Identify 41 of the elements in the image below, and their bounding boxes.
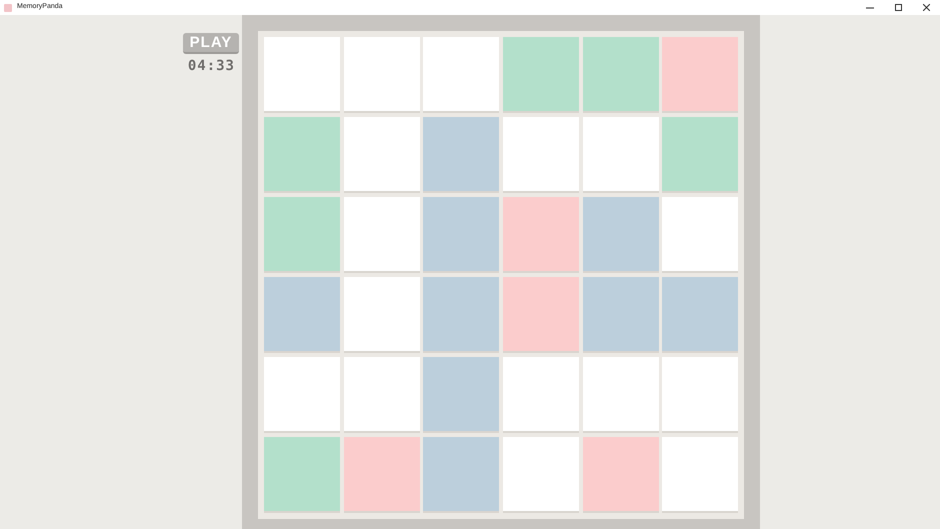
timer: 04:33: [188, 59, 235, 73]
memory-tile[interactable]: [344, 37, 420, 113]
memory-tile[interactable]: [502, 37, 579, 113]
memory-tile[interactable]: [662, 117, 738, 193]
memory-tile[interactable]: [423, 277, 500, 353]
memory-tile[interactable]: [582, 437, 659, 513]
memory-tile[interactable]: [582, 117, 659, 193]
memory-tile[interactable]: [502, 357, 579, 433]
memory-tile[interactable]: [264, 197, 340, 273]
memory-tile[interactable]: [423, 357, 500, 433]
memory-tile[interactable]: [502, 117, 579, 193]
memory-tile[interactable]: [582, 37, 659, 113]
memory-tile[interactable]: [662, 197, 738, 273]
memory-tile[interactable]: [502, 197, 579, 273]
memory-tile[interactable]: [264, 37, 340, 113]
app-icon: [4, 4, 12, 12]
memory-tile[interactable]: [264, 117, 340, 193]
memory-tile[interactable]: [423, 197, 500, 273]
memory-tile[interactable]: [344, 277, 420, 353]
memory-tile[interactable]: [344, 197, 420, 273]
memory-tile[interactable]: [423, 437, 500, 513]
memory-tile[interactable]: [662, 277, 738, 353]
memory-tile[interactable]: [582, 277, 659, 353]
memory-tile[interactable]: [344, 357, 420, 433]
play-button[interactable]: PLAY: [183, 33, 239, 54]
memory-tile[interactable]: [264, 437, 340, 513]
memory-tile[interactable]: [582, 357, 659, 433]
close-icon: [922, 4, 930, 11]
memory-tile[interactable]: [423, 117, 500, 193]
memory-tile[interactable]: [662, 37, 738, 113]
memory-tile[interactable]: [264, 357, 340, 433]
memory-tile[interactable]: [423, 37, 500, 113]
memory-tile[interactable]: [264, 277, 340, 353]
memory-tile[interactable]: [502, 277, 579, 353]
memory-tile[interactable]: [662, 437, 738, 513]
memory-tile[interactable]: [344, 437, 420, 513]
memory-tile[interactable]: [662, 357, 738, 433]
memory-tile[interactable]: [502, 437, 579, 513]
maximize-icon: [894, 4, 902, 11]
memory-tile[interactable]: [344, 117, 420, 193]
memory-tile[interactable]: [582, 197, 659, 273]
